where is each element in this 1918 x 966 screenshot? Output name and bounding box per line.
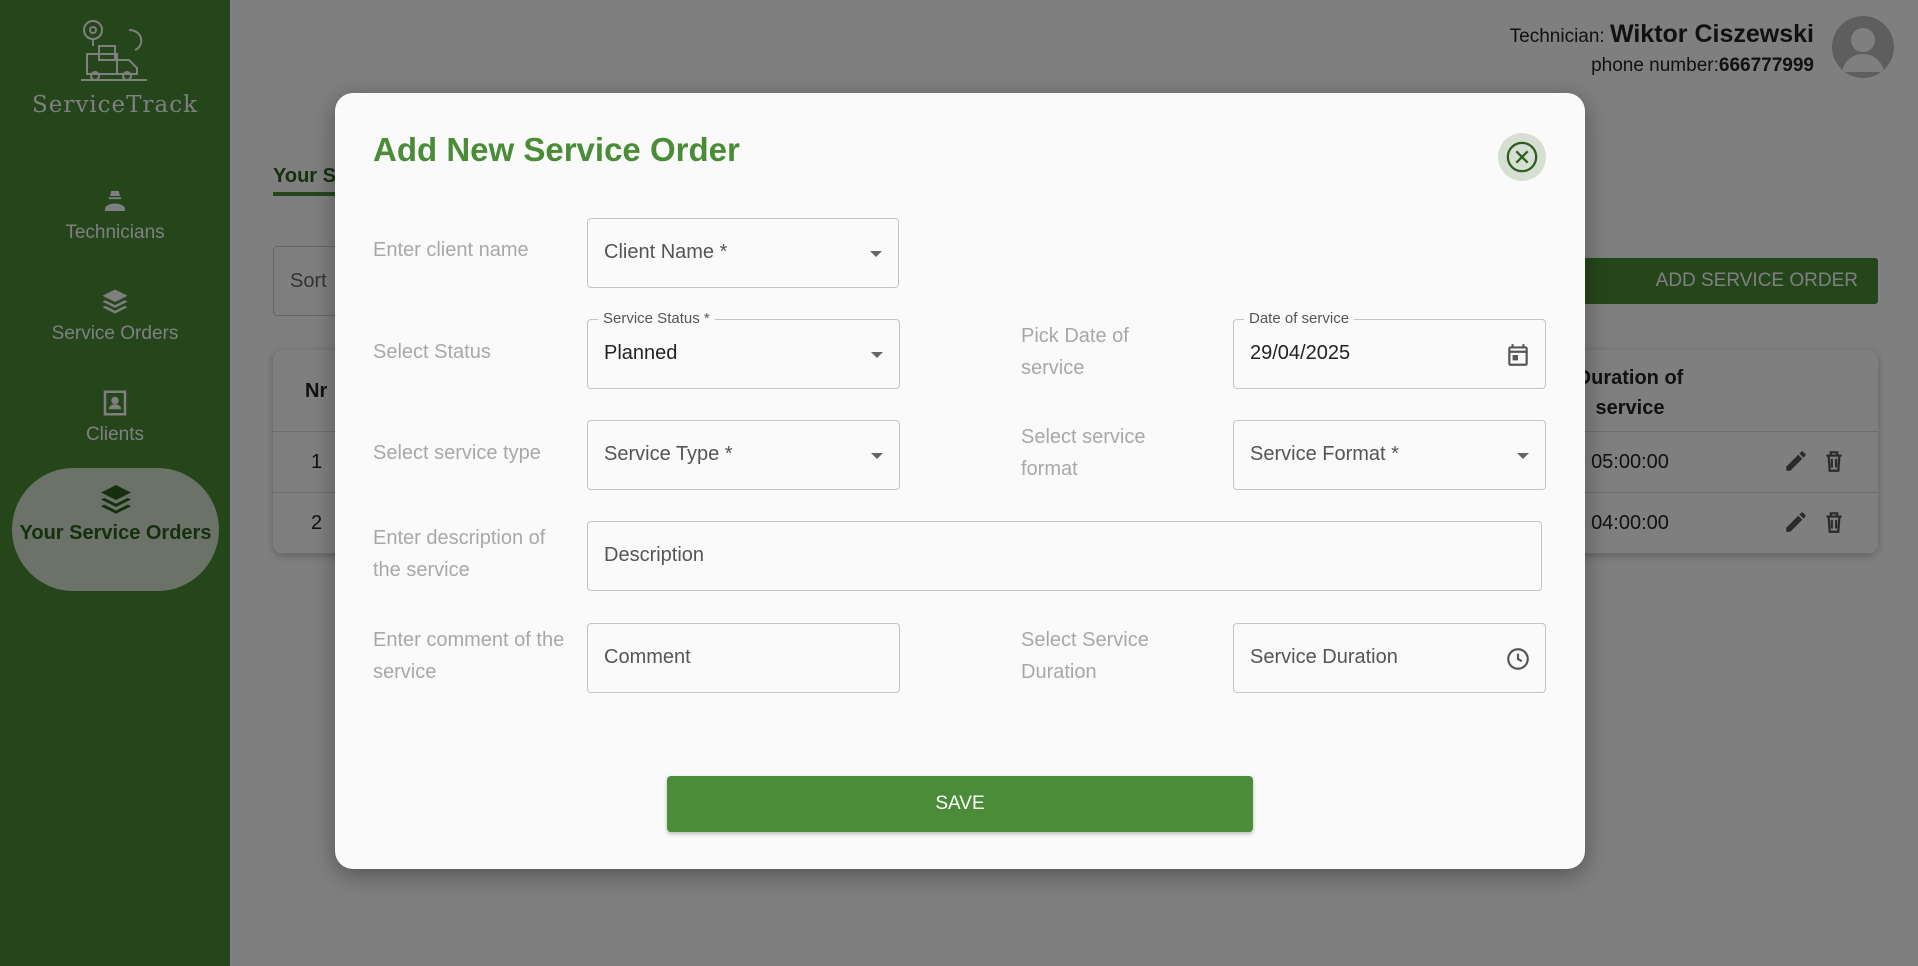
client-name-select[interactable]: Client Name * (587, 218, 899, 288)
service-status-value: Planned (604, 342, 678, 364)
client-name-placeholder: Client Name * (604, 241, 728, 263)
dialog-title: Add New Service Order (373, 131, 740, 168)
chevron-down-icon (870, 251, 882, 257)
service-duration-input[interactable]: Service Duration (1233, 623, 1546, 693)
duration-row-label: Select Service Duration (1021, 629, 1149, 683)
description-row-label: Enter description of the service (373, 527, 546, 581)
format-row-label: Select service format (1021, 426, 1146, 480)
chevron-down-icon (871, 352, 883, 358)
client-row-label: Enter client name (373, 239, 529, 261)
type-row-label: Select service type (373, 442, 541, 464)
service-status-label: Service Status * (598, 310, 715, 327)
service-type-select[interactable]: Service Type * (587, 420, 900, 490)
comment-input[interactable]: Comment (587, 623, 900, 693)
save-button[interactable]: SAVE (667, 776, 1253, 832)
status-row-label: Select Status (373, 341, 491, 363)
chevron-down-icon (871, 453, 883, 459)
description-placeholder: Description (604, 544, 705, 566)
description-input[interactable]: Description (587, 521, 1542, 591)
date-row-label: Pick Date of service (1021, 325, 1129, 379)
date-of-service-value: 29/04/2025 (1250, 342, 1351, 364)
service-status-select[interactable]: Service Status * Planned (587, 310, 900, 389)
chevron-down-icon (1517, 453, 1529, 459)
date-of-service-label: Date of service (1244, 310, 1355, 327)
service-duration-placeholder: Service Duration (1250, 646, 1398, 668)
comment-row-label: Enter comment of the service (373, 629, 565, 683)
calendar-icon[interactable] (1505, 342, 1531, 368)
service-format-select[interactable]: Service Format * (1233, 420, 1546, 490)
close-circle-icon (1506, 141, 1538, 173)
service-format-placeholder: Service Format * (1250, 443, 1399, 465)
clock-icon[interactable] (1505, 646, 1531, 672)
add-service-order-dialog: Add New Service Order Enter client name … (335, 93, 1585, 869)
service-type-placeholder: Service Type * (604, 443, 733, 465)
date-of-service-input[interactable]: Date of service 29/04/2025 (1233, 310, 1546, 389)
comment-placeholder: Comment (604, 646, 691, 668)
close-button[interactable] (1498, 133, 1546, 181)
